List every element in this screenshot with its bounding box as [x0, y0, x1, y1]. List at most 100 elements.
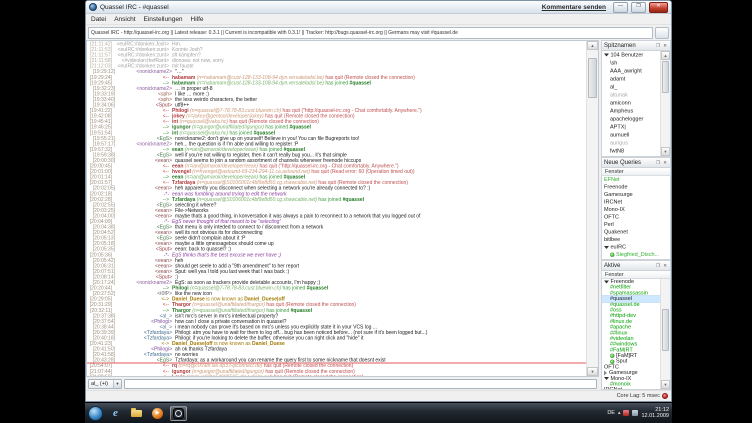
event-hostmask: (n=dave0@p54908F1E.dip.t-dialin.net) — [186, 374, 274, 376]
menu-hilfe[interactable]: Hilfe — [191, 16, 204, 23]
message-text: EgS thinks that's the best excuse we eve… — [172, 252, 281, 258]
queries-dock: Neue Queries ❐ ✕ Fenster EFNetFreenodeGa… — [601, 157, 671, 260]
media-player-icon[interactable]: ▶ — [149, 406, 166, 421]
channel-name: #quassel — [305, 286, 328, 292]
nick-label: aumuell — [610, 131, 629, 139]
expander-open-icon[interactable] — [604, 280, 609, 283]
tray-clock[interactable]: 21:12 12.01.2009 — [641, 407, 669, 420]
quassel-app-icon — [89, 3, 97, 11]
chat-scrollbar[interactable]: ▲ ▼ — [586, 41, 598, 376]
query-buffer-gamesurge[interactable]: Gamesurge — [602, 191, 670, 199]
query-buffer-ircnet[interactable]: IRCNet — [602, 199, 670, 207]
active-scrollbar[interactable]: ▼ — [660, 279, 670, 389]
nick-apachelogger[interactable]: apachelogger — [602, 115, 660, 123]
query-buffer-mono-ix[interactable]: Mono-IX — [602, 206, 670, 214]
query-buffer-quakenet[interactable]: Quakenet — [602, 229, 670, 237]
query-buffer-label: OFTC — [604, 214, 619, 222]
query-buffer-siegfried-disch-[interactable]: Siegfried_Disch... — [602, 251, 670, 259]
nick-fwtn8[interactable]: fwtN8 — [602, 147, 660, 155]
sender: <-- — [163, 374, 169, 376]
tray-time: 21:12 — [655, 407, 669, 413]
nick--sh[interactable]: \sh — [602, 59, 660, 67]
core-connection-icon[interactable] — [662, 393, 668, 399]
nicklist-dock-header[interactable]: Spitznamen ❐ ✕ — [601, 40, 671, 51]
active-buffer-ircnet[interactable]: IRCNet — [602, 387, 660, 389]
expander-closed-icon[interactable] — [604, 370, 607, 375]
active-dock-title: Aktive — [604, 263, 620, 269]
query-buffer-efnet[interactable]: EFNet — [602, 176, 670, 184]
menu-einstellungen[interactable]: Einstellungen — [144, 16, 183, 23]
query-buffer-perl[interactable]: Perl — [602, 221, 670, 229]
start-orb-icon[interactable] — [88, 406, 103, 421]
scroll-down-icon[interactable]: ▼ — [587, 367, 598, 376]
query-buffer-euirc[interactable]: euIRC — [602, 244, 670, 252]
scroll-up-icon[interactable]: ▲ — [661, 51, 670, 60]
feedback-link[interactable]: Kommentare senden — [542, 4, 606, 11]
sender-column: <-- — [114, 363, 169, 369]
nick-al-[interactable]: al_ — [602, 83, 660, 91]
window-title: Quassel IRC - #quassel — [100, 4, 169, 11]
message-input[interactable] — [124, 379, 597, 389]
nicklist-scroll-track[interactable] — [661, 60, 670, 147]
scroll-down-icon[interactable]: ▼ — [661, 147, 670, 156]
topic-input[interactable]: Quassel IRC - http://quassel-irc.org || … — [88, 27, 653, 39]
nick-104-benutzer[interactable]: 104 Benutzer — [602, 51, 660, 59]
scroll-up-icon[interactable]: ▲ — [587, 41, 598, 50]
nicklist-scrollbar[interactable]: ▲ ▼ — [660, 51, 670, 156]
message-text: rq (n=rq@c0098r.las.dp3.t-ipconnect.de) … — [172, 363, 353, 369]
query-buffer-oftc[interactable]: OFTC — [602, 214, 670, 222]
internet-explorer-icon[interactable]: e — [107, 406, 124, 421]
nick-altunak[interactable]: altunak — [602, 91, 660, 99]
close-button[interactable]: ✕ — [649, 2, 668, 13]
nick-adamt[interactable]: adamt — [602, 75, 660, 83]
active-buffer-label: IRCNet — [604, 387, 622, 389]
dock-float-close-icons[interactable]: ❐ ✕ — [656, 263, 668, 269]
maximize-button[interactable]: ❐ — [631, 2, 646, 13]
explorer-folder-icon[interactable] — [128, 406, 145, 421]
topic-expand-button[interactable] — [655, 27, 669, 39]
nick-ampheus[interactable]: Ampheus — [602, 107, 660, 115]
chevron-down-icon[interactable]: ▼ — [113, 380, 121, 388]
chat-scroll-track[interactable] — [587, 50, 598, 367]
query-buffer-label: Perl — [604, 221, 614, 229]
dock-float-close-icons[interactable]: ❐ ✕ — [656, 43, 668, 49]
nick-aurigus[interactable]: aurigus — [602, 139, 660, 147]
query-buffer-bitlbee[interactable]: bitlbee — [602, 236, 670, 244]
scroll-down-icon[interactable]: ▼ — [661, 380, 670, 389]
nick-aumuell[interactable]: aumuell — [602, 131, 660, 139]
active-dock-header[interactable]: Aktive ❐ ✕ — [601, 260, 671, 271]
expander-open-icon[interactable] — [604, 377, 609, 380]
dock-float-close-icons[interactable]: ❐ ✕ — [656, 160, 668, 166]
network-tray-icon[interactable] — [632, 410, 638, 416]
title-bar[interactable]: Quassel IRC - #quassel Kommentare senden… — [86, 1, 671, 14]
nicklist-dock: Spitznamen ❐ ✕ 104 Benutzer\shAAA_awrigh… — [601, 40, 671, 157]
queries-dock-header[interactable]: Neue Queries ❐ ✕ — [601, 157, 671, 168]
nick-selector[interactable]: al_ (+i) ▼ — [88, 379, 122, 389]
expander-open-icon[interactable] — [604, 246, 609, 249]
queries-column-header[interactable]: Fenster — [601, 168, 671, 176]
query-buffer-label: Siegfried_Disch... — [616, 251, 659, 259]
active-column-header[interactable]: Fenster — [601, 271, 671, 279]
quassel-logo-icon — [173, 408, 184, 419]
play-glyph: ▶ — [152, 408, 163, 419]
nick-aptx-[interactable]: APTX| — [602, 123, 660, 131]
nicklist-scroll-thumb[interactable] — [662, 61, 669, 93]
menu-datei[interactable]: Datei — [91, 16, 106, 23]
chat-scroll-thumb[interactable] — [588, 58, 597, 98]
nick-aaa-awright[interactable]: AAA_awright — [602, 67, 660, 75]
language-indicator[interactable]: DE — [607, 410, 615, 416]
online-smiley-icon — [610, 354, 615, 359]
nick-amiconn[interactable]: amiconn — [602, 99, 660, 107]
event-text: has joined — [283, 286, 306, 292]
expander-open-icon[interactable] — [604, 54, 609, 57]
tray-expand-icon[interactable]: ▴ — [618, 410, 621, 416]
active-scroll-thumb[interactable] — [662, 309, 669, 351]
timestamp: [21:08:59] — [87, 374, 112, 376]
menu-ansicht[interactable]: Ansicht — [114, 16, 135, 23]
minimize-button[interactable]: — — [613, 2, 628, 13]
active-scroll-track[interactable] — [661, 279, 670, 380]
quassel-taskbar-icon[interactable] — [170, 406, 187, 421]
sender: <-- — [163, 363, 169, 369]
security-tray-icon[interactable] — [623, 410, 629, 416]
query-buffer-freenode[interactable]: Freenode — [602, 184, 670, 192]
